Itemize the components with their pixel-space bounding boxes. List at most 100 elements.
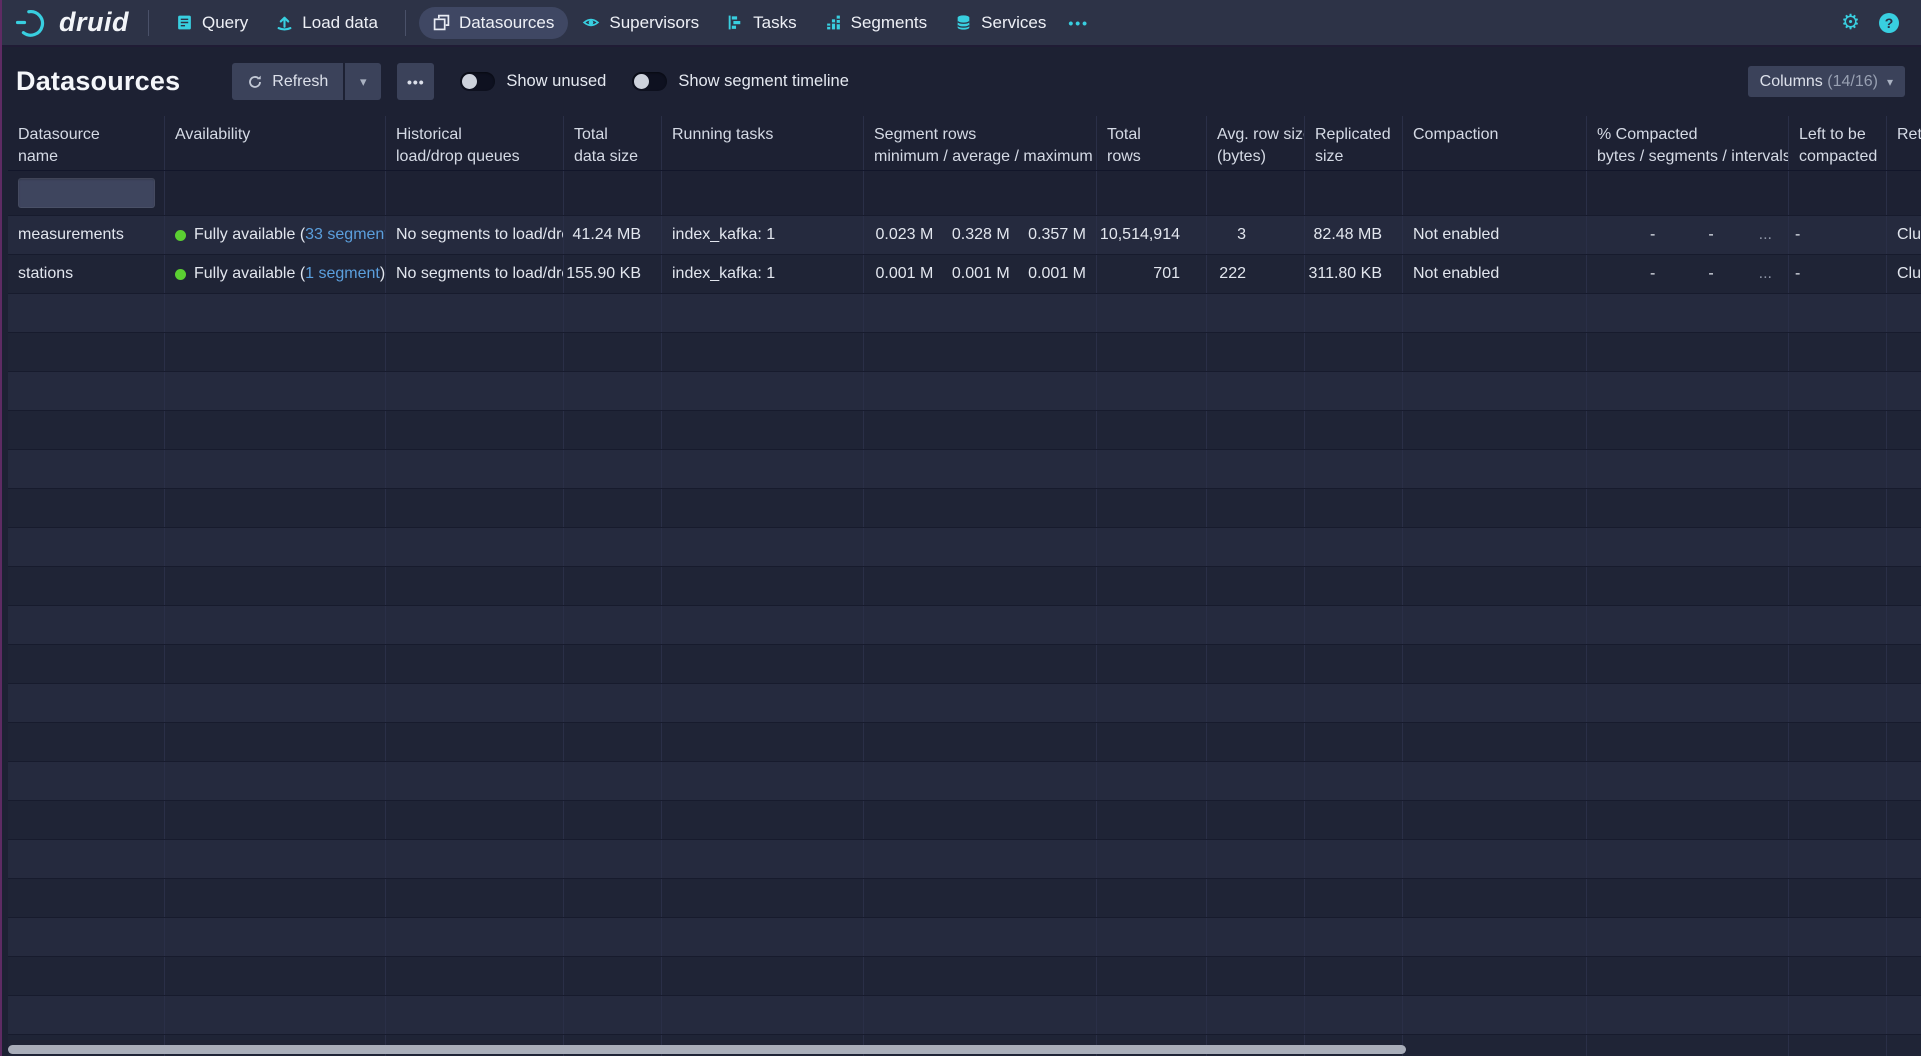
druid-logo-icon xyxy=(14,8,50,38)
column-header-retention[interactable]: Retention xyxy=(1887,116,1921,170)
segments-link[interactable]: 33 segments xyxy=(305,226,386,244)
nav-label: Supervisors xyxy=(609,13,699,33)
left-to-be-compacted-cell: - xyxy=(1789,255,1887,293)
table-row-stations: stations Fully available (1 segment) No … xyxy=(8,255,1921,294)
table-row-empty xyxy=(8,606,1921,645)
datasource-name-cell: measurements xyxy=(8,216,165,254)
column-header-avg-row-size[interactable]: Avg. row size(bytes) xyxy=(1207,116,1305,170)
horizontal-scrollbar-thumb[interactable] xyxy=(8,1045,1406,1054)
eye-icon xyxy=(582,14,600,31)
gantt-icon xyxy=(727,14,744,31)
column-header-running-tasks[interactable]: Running tasks xyxy=(662,116,864,170)
column-header-total-rows[interactable]: Totalrows xyxy=(1097,116,1207,170)
table-row-empty xyxy=(8,879,1921,918)
nav-label: Query xyxy=(202,13,248,33)
query-icon xyxy=(176,14,193,31)
nav-divider xyxy=(405,10,406,36)
running-tasks-cell: index_kafka: 1 xyxy=(662,255,864,293)
refresh-label: Refresh xyxy=(272,73,328,91)
help-icon[interactable]: ? xyxy=(1879,13,1899,33)
settings-gear-icon[interactable]: ⚙ xyxy=(1841,12,1860,33)
show-segment-timeline-toggle[interactable] xyxy=(632,72,667,91)
toggle-knob xyxy=(462,74,477,89)
nav-item-segments[interactable]: Segments xyxy=(811,7,942,39)
nav-item-query[interactable]: Query xyxy=(162,7,262,39)
druid-logo[interactable]: druid xyxy=(14,7,129,38)
table-filter-row xyxy=(8,171,1921,216)
window-edge-stripe xyxy=(0,0,2,1056)
show-segment-timeline-group: Show segment timeline xyxy=(632,72,849,91)
database-icon xyxy=(955,14,972,31)
total-data-size-cell: 155.90 KB xyxy=(564,255,662,293)
total-rows-cell: 701 xyxy=(1097,255,1207,293)
refresh-icon xyxy=(247,74,263,90)
running-tasks-cell: index_kafka: 1 xyxy=(662,216,864,254)
show-unused-group: Show unused xyxy=(460,72,606,91)
table-row-empty xyxy=(8,840,1921,879)
toolbar-more-button[interactable]: ••• xyxy=(397,63,434,100)
table-row-empty xyxy=(8,411,1921,450)
column-header-segment-rows[interactable]: Segment rowsminimum / average / maximum xyxy=(864,116,1097,170)
datasource-name-cell: stations xyxy=(8,255,165,293)
refresh-split-button: Refresh ▾ xyxy=(232,63,381,100)
nav-item-supervisors[interactable]: Supervisors xyxy=(568,7,713,39)
compaction-cell: Not enabled xyxy=(1403,216,1587,254)
nav-more-button[interactable]: ••• xyxy=(1060,15,1097,31)
empty-rows xyxy=(8,294,1921,1056)
column-header-total-data-size[interactable]: Totaldata size xyxy=(564,116,662,170)
column-header-load-drop-queues[interactable]: Historicalload/drop queues xyxy=(386,116,564,170)
table-row-measurements: measurements Fully available (33 segment… xyxy=(8,216,1921,255)
columns-count: (14/16) xyxy=(1827,73,1878,90)
datasources-icon xyxy=(433,14,450,31)
upload-icon xyxy=(276,14,293,31)
table-row-empty xyxy=(8,528,1921,567)
nav-item-load-data[interactable]: Load data xyxy=(262,7,392,39)
load-drop-cell: No segments to load/drop xyxy=(386,255,564,293)
stacked-chart-icon xyxy=(825,14,842,31)
refresh-button[interactable]: Refresh xyxy=(232,63,343,100)
refresh-dropdown-button[interactable]: ▾ xyxy=(345,63,381,100)
table-row-empty xyxy=(8,801,1921,840)
avg-row-size-cell: 222 xyxy=(1207,255,1305,293)
columns-button[interactable]: Columns (14/16) ▾ xyxy=(1748,66,1905,97)
logo-text: druid xyxy=(59,7,129,38)
show-segment-timeline-label: Show segment timeline xyxy=(678,72,849,91)
retention-cell: Cluster default xyxy=(1887,216,1921,254)
availability-cell: Fully available (1 segment) xyxy=(165,255,386,293)
column-header-availability[interactable]: Availability xyxy=(165,116,386,170)
page-title: Datasources xyxy=(16,66,180,97)
table-header-row: Datasourcename Availability Historicallo… xyxy=(8,116,1921,171)
toolbar: Datasources Refresh ▾ ••• Show unused Sh… xyxy=(0,47,1921,116)
datasource-name-filter-input[interactable] xyxy=(18,178,155,208)
table-row-empty xyxy=(8,762,1921,801)
nav-item-datasources[interactable]: Datasources xyxy=(419,7,568,39)
segments-link[interactable]: 1 segment xyxy=(305,265,380,283)
table-row-empty xyxy=(8,489,1921,528)
nav-item-services[interactable]: Services xyxy=(941,7,1060,39)
total-rows-cell: 10,514,914 xyxy=(1097,216,1207,254)
table-row-empty xyxy=(8,372,1921,411)
nav-label: Services xyxy=(981,13,1046,33)
column-header-compaction[interactable]: Compaction xyxy=(1403,116,1587,170)
avg-row-size-cell: 3 xyxy=(1207,216,1305,254)
retention-cell: Cluster default xyxy=(1887,255,1921,293)
nav-label: Load data xyxy=(302,13,378,33)
segment-rows-cell: 0.023 M0.328 M0.357 M xyxy=(864,216,1097,254)
table-row-empty xyxy=(8,996,1921,1035)
column-header-datasource-name[interactable]: Datasourcename xyxy=(8,116,165,170)
fully-available-status-dot xyxy=(175,269,186,280)
replicated-size-cell: 82.48 MB xyxy=(1305,216,1403,254)
total-data-size-cell: 41.24 MB xyxy=(564,216,662,254)
datasources-table: Datasourcename Availability Historicallo… xyxy=(8,116,1921,1056)
nav-divider xyxy=(148,10,149,36)
column-header-left-to-be-compacted[interactable]: Left to becompacted xyxy=(1789,116,1887,170)
load-drop-cell: No segments to load/drop xyxy=(386,216,564,254)
column-header-percent-compacted[interactable]: % Compactedbytes / segments / intervals xyxy=(1587,116,1789,170)
percent-compacted-cell: --... xyxy=(1587,216,1789,254)
fully-available-status-dot xyxy=(175,230,186,241)
column-header-replicated-size[interactable]: Replicatedsize xyxy=(1305,116,1403,170)
nav-item-tasks[interactable]: Tasks xyxy=(713,7,810,39)
show-unused-toggle[interactable] xyxy=(460,72,495,91)
show-unused-label: Show unused xyxy=(506,72,606,91)
chevron-down-icon: ▾ xyxy=(1887,75,1893,89)
